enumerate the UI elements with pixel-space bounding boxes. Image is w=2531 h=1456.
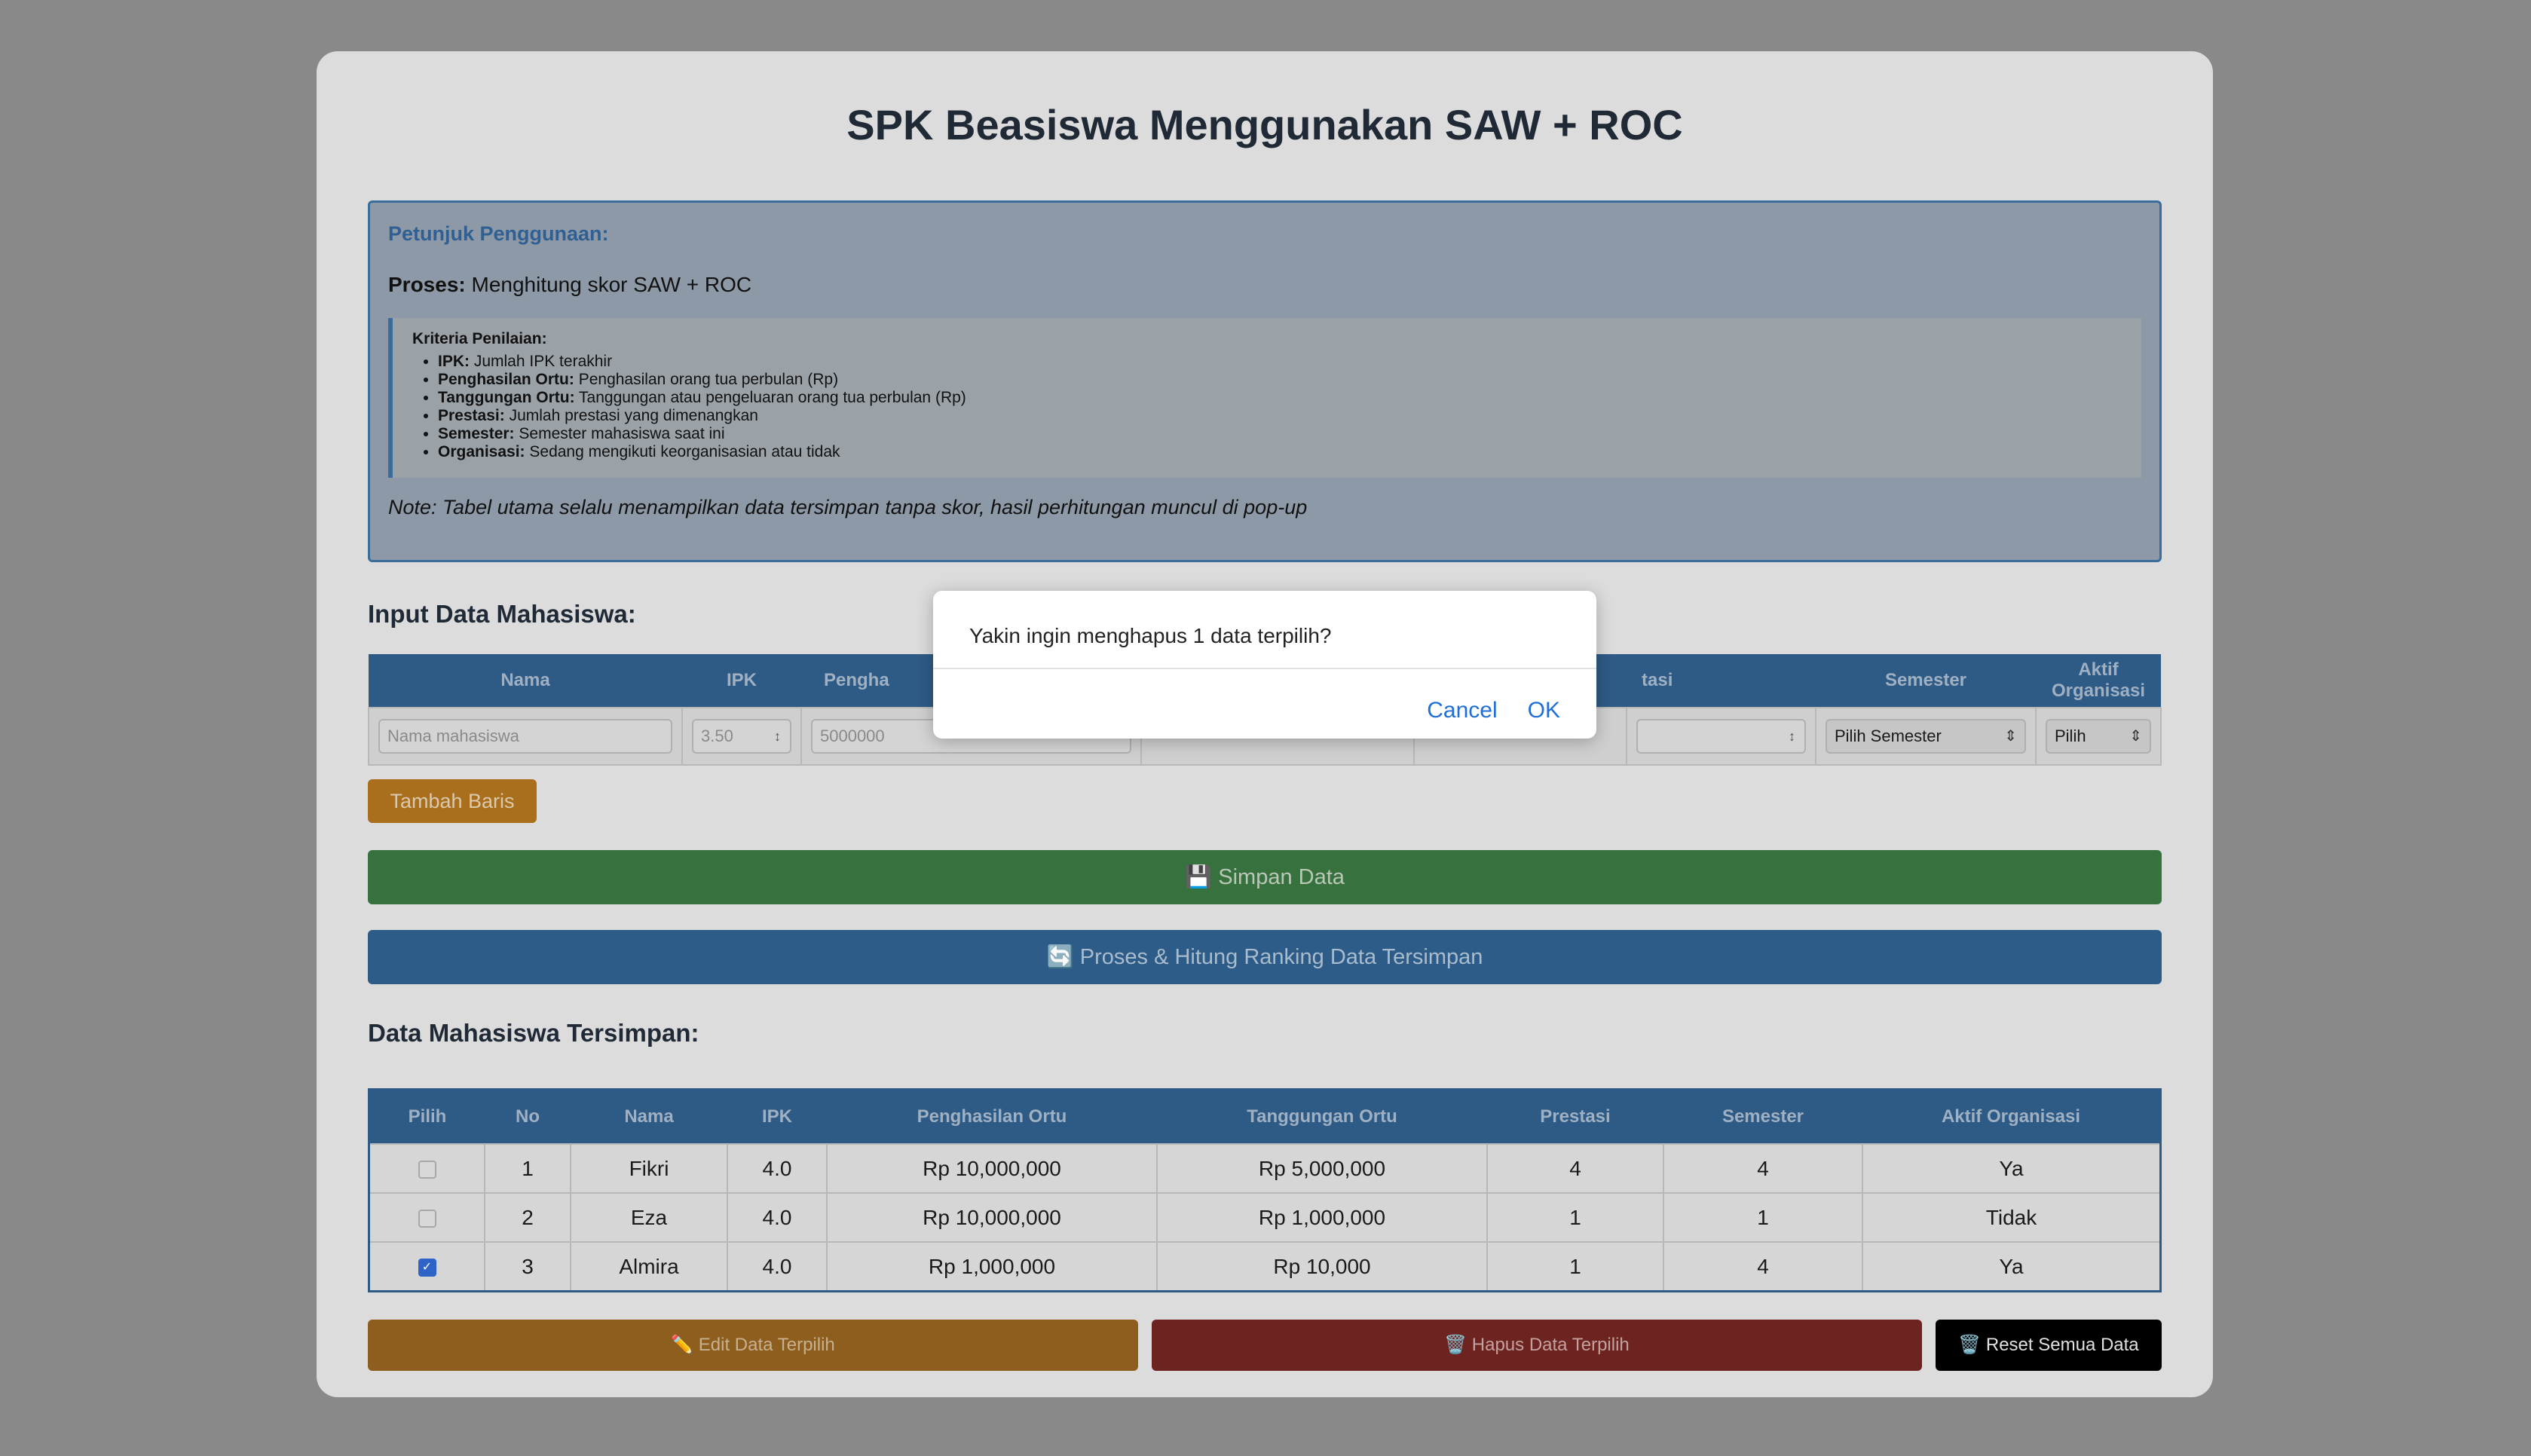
cell-organisasi: Ya — [1862, 1143, 2162, 1194]
add-row-button[interactable]: Tambah Baris — [368, 779, 537, 823]
criteria-name: Semester: — [438, 425, 515, 442]
delete-selected-button[interactable]: 🗑️ Hapus Data Terpilih — [1152, 1320, 1922, 1371]
cell-tanggungan: Rp 1,000,000 — [1156, 1192, 1488, 1243]
col-organisasi: Aktif Organisasi — [1862, 1089, 2161, 1144]
save-data-button[interactable]: 💾 Simpan Data — [368, 850, 2162, 904]
confirm-dialog: Yakin ingin menghapus 1 data terpilih? C… — [933, 591, 1596, 739]
ipk-input[interactable]: 3.50 — [692, 719, 791, 754]
cell-prestasi: 1 — [1486, 1192, 1664, 1243]
action-bar: ✏️ Edit Data Terpilih 🗑️ Hapus Data Terp… — [368, 1320, 2162, 1371]
cell-ipk: 4.0 — [727, 1192, 828, 1243]
criteria-desc: Tanggungan atau pengeluaran orang tua pe… — [579, 389, 966, 406]
cell-semester: 1 — [1663, 1192, 1863, 1243]
criteria-name: Penghasilan Ortu: — [438, 371, 574, 388]
cell-penghasilan: Rp 10,000,000 — [826, 1192, 1158, 1243]
saved-section-heading: Data Mahasiswa Tersimpan: — [368, 1019, 699, 1047]
process-ranking-button[interactable]: 🔄 Proses & Hitung Ranking Data Tersimpan — [368, 930, 2162, 984]
page-title: SPK Beasiswa Menggunakan SAW + ROC — [846, 101, 1683, 148]
criteria-desc: Penghasilan orang tua perbulan (Rp) — [578, 371, 839, 388]
cell-no: 3 — [484, 1241, 571, 1292]
input-header-nama: Nama — [369, 654, 682, 708]
edit-selected-button[interactable]: ✏️ Edit Data Terpilih — [368, 1320, 1138, 1371]
cell-semester: 4 — [1663, 1241, 1863, 1292]
prestasi-input[interactable] — [1636, 719, 1806, 754]
col-nama: Nama — [571, 1089, 727, 1144]
cell-prestasi: 4 — [1486, 1143, 1664, 1194]
input-header-semester: Semester — [1816, 654, 2036, 708]
criteria-name: Organisasi: — [438, 443, 525, 460]
col-pilih: Pilih — [369, 1089, 485, 1144]
input-header-organisasi: Aktif Organisasi — [2036, 654, 2161, 708]
cell-no: 2 — [484, 1192, 571, 1243]
note-text: Note: Tabel utama selalu menampilkan dat… — [388, 496, 1308, 518]
table-row: ✓ 3 Almira 4.0 Rp 1,000,000 Rp 10,000 1 … — [368, 1241, 2162, 1292]
table-row: 2 Eza 4.0 Rp 10,000,000 Rp 1,000,000 1 1… — [368, 1192, 2162, 1243]
cancel-button[interactable]: Cancel — [1427, 698, 1497, 723]
criteria-item: Penghasilan Ortu: Penghasilan orang tua … — [438, 371, 2122, 389]
saved-data-table: Pilih No Nama IPK Penghasilan Ortu Tangg… — [368, 1088, 2162, 1292]
col-tanggungan: Tanggungan Ortu — [1157, 1089, 1487, 1144]
cell-nama: Almira — [570, 1241, 728, 1292]
cell-tanggungan: Rp 5,000,000 — [1156, 1143, 1488, 1194]
col-no: No — [485, 1089, 571, 1144]
cell-no: 1 — [484, 1143, 571, 1194]
criteria-heading: Kriteria Penilaian: — [412, 330, 547, 347]
criteria-name: Prestasi: — [438, 407, 505, 424]
cell-prestasi: 1 — [1486, 1241, 1664, 1292]
cell-semester: 4 — [1663, 1143, 1863, 1194]
row-checkbox-checked[interactable]: ✓ — [418, 1259, 436, 1277]
instructions-heading: Petunjuk Penggunaan: — [388, 222, 609, 245]
dialog-buttons: Cancel OK — [1427, 698, 1560, 723]
col-semester: Semester — [1663, 1089, 1862, 1144]
cell-ipk: 4.0 — [727, 1143, 828, 1194]
criteria-item: Tanggungan Ortu: Tanggungan atau pengelu… — [438, 389, 2122, 407]
cell-ipk: 4.0 — [727, 1241, 828, 1292]
row-checkbox[interactable] — [418, 1161, 436, 1179]
cell-penghasilan: Rp 1,000,000 — [826, 1241, 1158, 1292]
cell-nama: Eza — [570, 1192, 728, 1243]
semester-select[interactable]: Pilih Semester — [1826, 719, 2026, 754]
criteria-desc: Jumlah prestasi yang dimenangkan — [509, 407, 758, 424]
cell-tanggungan: Rp 10,000 — [1156, 1241, 1488, 1292]
criteria-item: Prestasi: Jumlah prestasi yang dimenangk… — [438, 407, 2122, 425]
nama-input[interactable]: Nama mahasiswa — [378, 719, 672, 754]
criteria-item: Organisasi: Sedang mengikuti keorganisas… — [438, 443, 2122, 461]
dialog-message: Yakin ingin menghapus 1 data terpilih? — [969, 624, 1332, 647]
cell-penghasilan: Rp 10,000,000 — [826, 1143, 1158, 1194]
organisasi-select[interactable]: Pilih — [2046, 719, 2151, 754]
proses-line: Proses: Menghitung skor SAW + ROC — [388, 273, 2141, 297]
ok-button[interactable]: OK — [1528, 698, 1560, 723]
cell-organisasi: Tidak — [1862, 1192, 2162, 1243]
reset-all-button[interactable]: 🗑️ Reset Semua Data — [1936, 1320, 2162, 1371]
input-header-prestasi: tasi — [1627, 654, 1816, 708]
criteria-box: Kriteria Penilaian: IPK: Jumlah IPK tera… — [388, 318, 2141, 478]
criteria-list: IPK: Jumlah IPK terakhir Penghasilan Ort… — [412, 353, 2122, 461]
cell-organisasi: Ya — [1862, 1241, 2162, 1292]
col-penghasilan: Penghasilan Ortu — [827, 1089, 1157, 1144]
criteria-desc: Sedang mengikuti keorganisasian atau tid… — [529, 443, 840, 460]
input-header-ipk: IPK — [682, 654, 801, 708]
criteria-desc: Jumlah IPK terakhir — [473, 353, 613, 370]
col-ipk: IPK — [727, 1089, 827, 1144]
criteria-name: IPK: — [438, 353, 470, 370]
col-prestasi: Prestasi — [1487, 1089, 1663, 1144]
instructions-panel: Petunjuk Penggunaan: Proses: Menghitung … — [368, 200, 2162, 562]
dialog-divider — [933, 668, 1596, 669]
table-row: 1 Fikri 4.0 Rp 10,000,000 Rp 5,000,000 4… — [368, 1143, 2162, 1194]
proses-text: Menghitung skor SAW + ROC — [471, 273, 752, 296]
row-checkbox[interactable] — [418, 1210, 436, 1228]
cell-nama: Fikri — [570, 1143, 728, 1194]
criteria-desc: Semester mahasiswa saat ini — [519, 425, 725, 442]
criteria-name: Tanggungan Ortu: — [438, 389, 575, 406]
criteria-item: IPK: Jumlah IPK terakhir — [438, 353, 2122, 371]
proses-label: Proses: — [388, 273, 466, 296]
criteria-item: Semester: Semester mahasiswa saat ini — [438, 425, 2122, 443]
